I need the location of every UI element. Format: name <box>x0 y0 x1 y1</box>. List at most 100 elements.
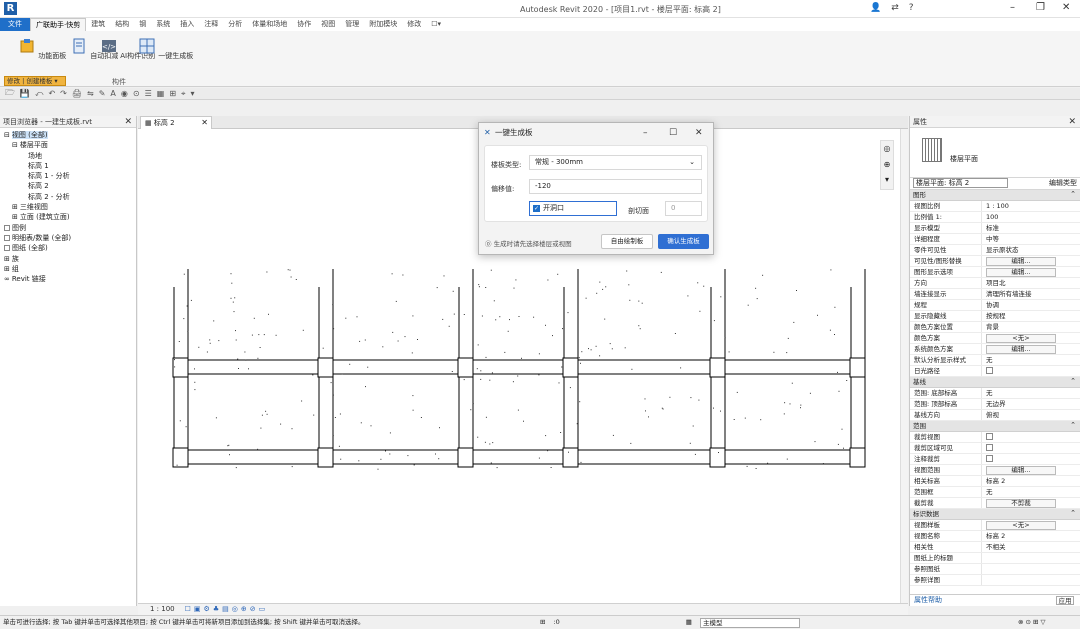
hatch-dot[interactable] <box>395 300 397 302</box>
hatch-dot[interactable] <box>360 422 362 424</box>
property-value[interactable]: 无 <box>982 388 1080 398</box>
property-value[interactable]: 无 <box>982 487 1080 497</box>
hatch-dot[interactable] <box>484 441 486 443</box>
expand-icon[interactable]: ⊟ <box>12 141 18 149</box>
property-section[interactable]: 标识数据 <box>910 508 1080 520</box>
hatch-dot[interactable] <box>789 403 791 405</box>
hatch-dot[interactable] <box>266 271 268 273</box>
hatch-dot[interactable] <box>367 366 369 368</box>
hatch-dot[interactable] <box>703 285 705 287</box>
property-value[interactable] <box>982 575 1080 585</box>
property-edit-button[interactable]: 编辑... <box>986 268 1056 277</box>
hatch-dot[interactable] <box>558 382 560 384</box>
hatch-dot[interactable] <box>301 400 303 402</box>
hatch-dot[interactable] <box>472 403 474 405</box>
hatch-dot[interactable] <box>517 375 519 377</box>
hatch-dot[interactable] <box>244 351 246 353</box>
ribbon-tab-0[interactable]: 文件 <box>0 18 30 31</box>
hatch-dot[interactable] <box>260 427 262 429</box>
hatch-dot[interactable] <box>604 318 606 320</box>
select-links-icon[interactable]: ⊗ ⊙ ⊞ ▽ <box>1018 616 1046 629</box>
hatch-dot[interactable] <box>499 316 501 318</box>
hatch-dot[interactable] <box>538 457 540 459</box>
hatch-dot[interactable] <box>550 467 552 468</box>
qat-tool-icon-10[interactable]: ⊙ <box>133 89 140 98</box>
hatch-dot[interactable] <box>517 409 519 411</box>
hatch-dot[interactable] <box>380 458 382 460</box>
hatch-dot[interactable] <box>232 301 234 303</box>
hatch-dot[interactable] <box>490 462 492 464</box>
hatch-dot[interactable] <box>183 273 185 275</box>
hatch-dot[interactable] <box>724 337 726 339</box>
ribbon-tab-7[interactable]: 注释 <box>199 18 223 31</box>
hatch-dot[interactable] <box>697 282 699 284</box>
maximize-icon[interactable]: ☐ <box>669 123 677 143</box>
hatch-dot[interactable] <box>538 374 540 376</box>
hatch-dot[interactable] <box>786 352 788 354</box>
hatch-dot[interactable] <box>644 398 646 400</box>
confirm-generate-button[interactable]: 确认生成板 <box>658 234 709 249</box>
hatch-dot[interactable] <box>509 319 510 321</box>
open-hole-option[interactable]: ✓ 开洞口 <box>529 201 617 216</box>
property-value[interactable]: 不相关 <box>982 542 1080 552</box>
qat-tool-icon-3[interactable]: ↶ <box>48 89 55 98</box>
hatch-dot[interactable] <box>552 335 553 337</box>
browser-node[interactable]: 明细表/数量 (全部) <box>0 233 136 243</box>
hatch-dot[interactable] <box>493 300 495 302</box>
browser-node[interactable]: 图例 <box>0 223 136 233</box>
hatch-dot[interactable] <box>489 379 491 381</box>
hatch-dot[interactable] <box>420 417 422 418</box>
hatch-dot[interactable] <box>194 389 196 391</box>
column-b-1[interactable] <box>317 447 334 468</box>
design-option-icon[interactable]: ▦ <box>686 616 692 629</box>
expand-icon[interactable]: ⊞ <box>12 203 18 211</box>
hatch-dot[interactable] <box>609 343 611 345</box>
auto-deduct-button[interactable]: 自动扣减 <box>70 37 118 61</box>
hatch-dot[interactable] <box>412 409 414 411</box>
property-value[interactable]: 编辑... <box>982 256 1080 266</box>
close-icon[interactable]: ✕ <box>695 123 703 143</box>
hatch-dot[interactable] <box>218 340 220 342</box>
hatch-dot[interactable] <box>345 317 347 319</box>
hatch-dot[interactable] <box>190 299 192 301</box>
hatch-dot[interactable] <box>268 313 269 315</box>
hatch-dot[interactable] <box>580 362 581 364</box>
hatch-dot[interactable] <box>230 297 232 299</box>
workset-icon[interactable]: ⊞ <box>540 616 545 629</box>
ribbon-tab-4[interactable]: 钢 <box>134 18 151 31</box>
ribbon-tab-2[interactable]: 建筑 <box>86 18 110 31</box>
hatch-dot[interactable] <box>451 371 453 372</box>
hatch-dot[interactable] <box>233 311 235 313</box>
chevron-down-icon[interactable]: ▾ <box>881 173 893 187</box>
property-checkbox[interactable] <box>986 455 993 462</box>
hatch-dot[interactable] <box>385 450 386 452</box>
property-edit-button[interactable]: 编辑... <box>986 345 1056 354</box>
hatch-dot[interactable] <box>814 441 816 443</box>
hatch-dot[interactable] <box>687 295 689 297</box>
instance-dropdown[interactable]: 楼层平面: 标高 2 <box>913 178 1008 188</box>
free-draw-button[interactable]: 自由绘制板 <box>601 234 653 249</box>
hatch-dot[interactable] <box>183 318 185 320</box>
hatch-dot[interactable] <box>485 287 487 288</box>
property-value[interactable]: 显示原状态 <box>982 245 1080 255</box>
help-icon[interactable]: ? <box>909 3 914 13</box>
hatch-dot[interactable] <box>477 344 479 346</box>
hatch-dot[interactable] <box>841 428 843 430</box>
view-control-icon-1[interactable]: ▣ <box>194 604 201 615</box>
property-value[interactable]: 100 <box>982 212 1080 222</box>
hatch-dot[interactable] <box>485 416 487 418</box>
hatch-dot[interactable] <box>295 279 297 280</box>
ribbon-tab-12[interactable]: 管理 <box>340 18 364 31</box>
hatch-dot[interactable] <box>744 417 746 419</box>
browser-node[interactable]: ⊟ 视图 (全部) <box>0 130 136 140</box>
restore-icon[interactable]: ❐ <box>1036 2 1045 13</box>
hatch-dot[interactable] <box>496 467 498 469</box>
qat-tool-icon-5[interactable]: 🖨 <box>72 89 82 98</box>
hatch-dot[interactable] <box>783 413 785 415</box>
property-checkbox[interactable] <box>986 433 993 440</box>
property-value[interactable]: <无> <box>982 520 1080 530</box>
hatch-dot[interactable] <box>568 451 569 453</box>
column-b-4[interactable] <box>709 447 726 468</box>
property-section[interactable]: 范围 <box>910 420 1080 432</box>
property-value[interactable]: 中等 <box>982 234 1080 244</box>
